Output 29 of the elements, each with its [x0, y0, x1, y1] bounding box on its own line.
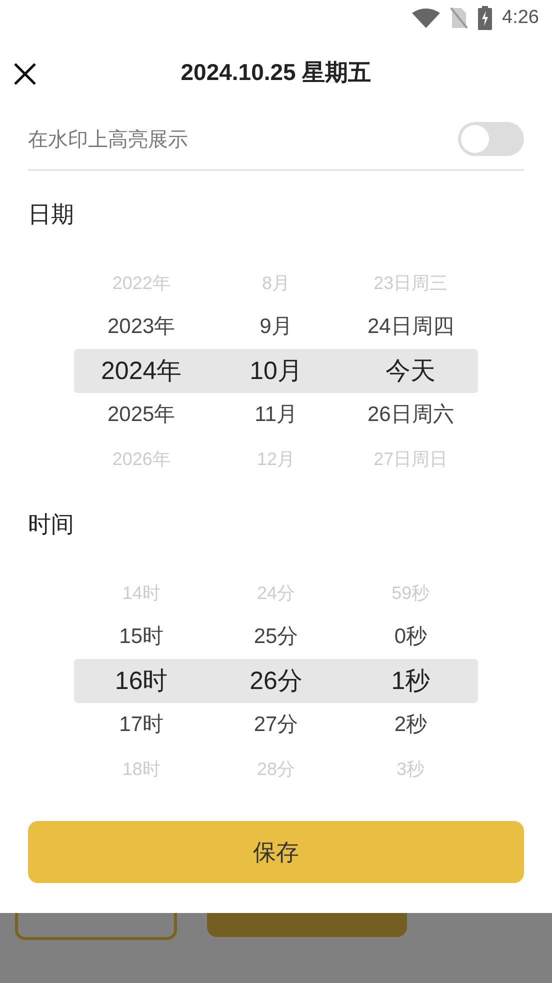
- picker-option[interactable]: 27分: [254, 703, 298, 748]
- picker-option[interactable]: 2025年: [107, 393, 176, 438]
- wifi-icon: [412, 8, 440, 28]
- save-button[interactable]: 保存: [28, 821, 524, 884]
- section-label: 日期: [28, 200, 75, 230]
- dialog-title: 2024.10.25 星期五: [180, 58, 372, 88]
- picker-option[interactable]: 26分: [250, 659, 302, 704]
- picker-option[interactable]: 9月: [260, 305, 292, 350]
- close-icon: [13, 62, 37, 86]
- battery-charging-icon: [478, 6, 492, 30]
- picker-option[interactable]: 0秒: [394, 615, 428, 660]
- picker-option[interactable]: 26日周六: [368, 393, 454, 438]
- no-sim-icon: [450, 6, 468, 29]
- section-label: 时间: [28, 510, 75, 540]
- toggle-label: 在水印上高亮展示: [28, 128, 188, 153]
- clock-time: 4:26: [502, 6, 539, 29]
- picker-option[interactable]: 25分: [254, 615, 298, 660]
- picker-option[interactable]: 1秒: [391, 659, 430, 704]
- picker-option[interactable]: 2024年: [101, 349, 182, 394]
- picker-option[interactable]: 24日周四: [368, 305, 454, 350]
- picker-option[interactable]: 2023年: [107, 305, 176, 350]
- picker-option[interactable]: 今天: [386, 349, 436, 394]
- picker-option[interactable]: 10月: [250, 349, 302, 394]
- picker-option[interactable]: 11月: [254, 393, 298, 438]
- picker-option[interactable]: 16时: [114, 659, 168, 704]
- picker-option[interactable]: 2秒: [394, 703, 428, 748]
- toggle-switch[interactable]: [458, 122, 524, 156]
- picker-option[interactable]: 15时: [119, 615, 164, 660]
- picker-option[interactable]: 17时: [119, 703, 164, 748]
